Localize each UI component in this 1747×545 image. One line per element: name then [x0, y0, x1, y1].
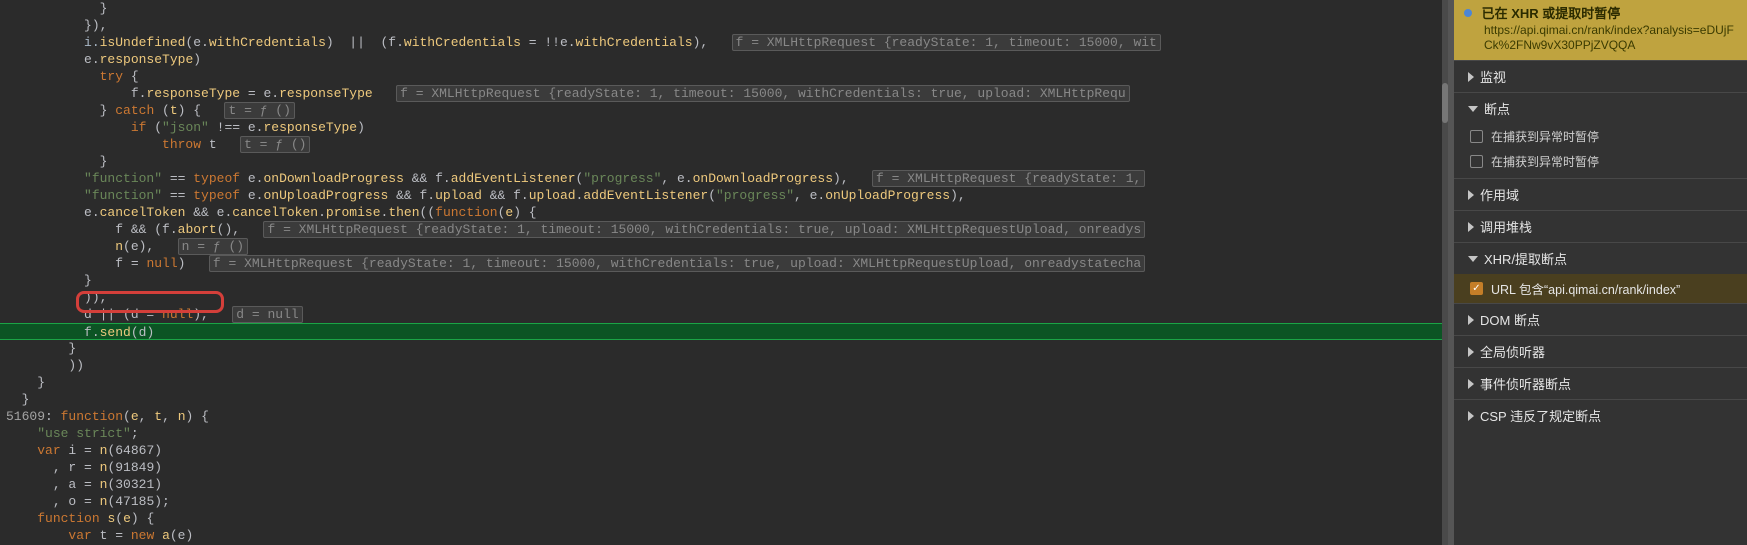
section-breakpoints[interactable]: 断点 — [1454, 92, 1747, 124]
section-event-breakpoints[interactable]: 事件侦听器断点 — [1454, 367, 1747, 399]
code-line[interactable]: n(e), n = ƒ () — [6, 238, 1448, 255]
section-watch-label: 监视 — [1480, 67, 1506, 86]
code-line[interactable]: } catch (t) { t = ƒ () — [6, 102, 1448, 119]
code-line[interactable]: function s(e) { — [6, 510, 1448, 527]
code-line[interactable]: )), — [6, 289, 1448, 306]
code-line[interactable]: f.send(d) — [0, 323, 1448, 340]
code-line[interactable]: , a = n(30321) — [6, 476, 1448, 493]
debugger-sidebar: 已在 XHR 或提取时暂停 https://api.qimai.cn/rank/… — [1454, 0, 1747, 545]
checkbox-unchecked-icon[interactable] — [1470, 130, 1483, 143]
bp-pause-on-uncaught-label: 在捕获到异常时暂停 — [1491, 153, 1599, 170]
chevron-right-icon — [1468, 379, 1474, 389]
section-dom-breakpoints[interactable]: DOM 断点 — [1454, 303, 1747, 335]
code-line[interactable]: } — [6, 272, 1448, 289]
code-line[interactable]: , r = n(91849) — [6, 459, 1448, 476]
code-line[interactable]: } — [6, 0, 1448, 17]
code-line[interactable]: var i = n(64867) — [6, 442, 1448, 459]
chevron-right-icon — [1468, 411, 1474, 421]
code-line[interactable]: 51609: function(e, t, n) { — [6, 408, 1448, 425]
section-global-label: 全局侦听器 — [1480, 342, 1545, 361]
bp-pause-on-caught[interactable]: 在捕获到异常时暂停 — [1454, 124, 1747, 149]
code-line[interactable]: try { — [6, 68, 1448, 85]
section-breakpoints-label: 断点 — [1484, 99, 1510, 118]
code-line[interactable]: f && (f.abort(), f = XMLHttpRequest {rea… — [6, 221, 1448, 238]
code-line[interactable]: f = null) f = XMLHttpRequest {readyState… — [6, 255, 1448, 272]
section-xhr-breakpoints[interactable]: XHR/提取断点 — [1454, 242, 1747, 274]
pause-status-dot-icon — [1464, 9, 1472, 17]
code-line[interactable]: throw t t = ƒ () — [6, 136, 1448, 153]
section-scope[interactable]: 作用域 — [1454, 178, 1747, 210]
code-line[interactable]: i.isUndefined(e.withCredentials) || (f.w… — [6, 34, 1448, 51]
section-event-label: 事件侦听器断点 — [1480, 374, 1571, 393]
code-line[interactable]: } — [6, 374, 1448, 391]
chevron-right-icon — [1468, 222, 1474, 232]
section-xhr-label: XHR/提取断点 — [1484, 249, 1567, 268]
code-line[interactable]: if ("json" !== e.responseType) — [6, 119, 1448, 136]
chevron-right-icon — [1468, 190, 1474, 200]
bp-pause-on-uncaught[interactable]: 在捕获到异常时暂停 — [1454, 149, 1747, 178]
section-csp-breakpoints[interactable]: CSP 违反了规定断点 — [1454, 399, 1747, 431]
code-line[interactable]: } — [6, 340, 1448, 357]
code-line[interactable]: )) — [6, 357, 1448, 374]
chevron-right-icon — [1468, 72, 1474, 82]
pause-banner: 已在 XHR 或提取时暂停 https://api.qimai.cn/rank/… — [1454, 0, 1747, 60]
section-csp-label: CSP 违反了规定断点 — [1480, 406, 1601, 425]
pause-title: 已在 XHR 或提取时暂停 — [1482, 6, 1621, 21]
section-callstack[interactable]: 调用堆栈 — [1454, 210, 1747, 242]
xhr-breakpoint-label: URL 包含“api.qimai.cn/rank/index” — [1491, 279, 1680, 298]
code-line[interactable]: }), — [6, 17, 1448, 34]
code-line[interactable]: var t = new a(e) — [6, 527, 1448, 544]
code-line[interactable]: , o = n(47185); — [6, 493, 1448, 510]
code-line[interactable]: e.responseType) — [6, 51, 1448, 68]
chevron-right-icon — [1468, 347, 1474, 357]
section-scope-label: 作用域 — [1480, 185, 1519, 204]
checkbox-checked-icon[interactable] — [1470, 282, 1483, 295]
code-line[interactable]: f.responseType = e.responseType f = XMLH… — [6, 85, 1448, 102]
chevron-right-icon — [1468, 315, 1474, 325]
code-line[interactable]: } — [6, 391, 1448, 408]
section-dom-label: DOM 断点 — [1480, 310, 1540, 329]
code-line[interactable]: "use strict"; — [6, 425, 1448, 442]
xhr-breakpoint-item[interactable]: URL 包含“api.qimai.cn/rank/index” — [1454, 274, 1747, 303]
chevron-down-icon — [1468, 106, 1478, 112]
section-callstack-label: 调用堆栈 — [1480, 217, 1532, 236]
checkbox-unchecked-icon[interactable] — [1470, 155, 1483, 168]
code-content[interactable]: } }), i.isUndefined(e.withCredentials) |… — [0, 0, 1448, 544]
section-watch[interactable]: 监视 — [1454, 60, 1747, 92]
code-line[interactable]: "function" == typeof e.onDownloadProgres… — [6, 170, 1448, 187]
code-line[interactable]: "function" == typeof e.onUploadProgress … — [6, 187, 1448, 204]
section-global-listeners[interactable]: 全局侦听器 — [1454, 335, 1747, 367]
source-code-panel[interactable]: } }), i.isUndefined(e.withCredentials) |… — [0, 0, 1454, 545]
chevron-down-icon — [1468, 256, 1478, 262]
code-scrollbar[interactable] — [1442, 0, 1448, 545]
pause-url[interactable]: https://api.qimai.cn/rank/index?analysis… — [1464, 23, 1737, 54]
code-line[interactable]: d || (d = null), d = null — [6, 306, 1448, 323]
code-line[interactable]: } — [6, 153, 1448, 170]
code-line[interactable]: e.cancelToken && e.cancelToken.promise.t… — [6, 204, 1448, 221]
bp-pause-on-caught-label: 在捕获到异常时暂停 — [1491, 128, 1599, 145]
